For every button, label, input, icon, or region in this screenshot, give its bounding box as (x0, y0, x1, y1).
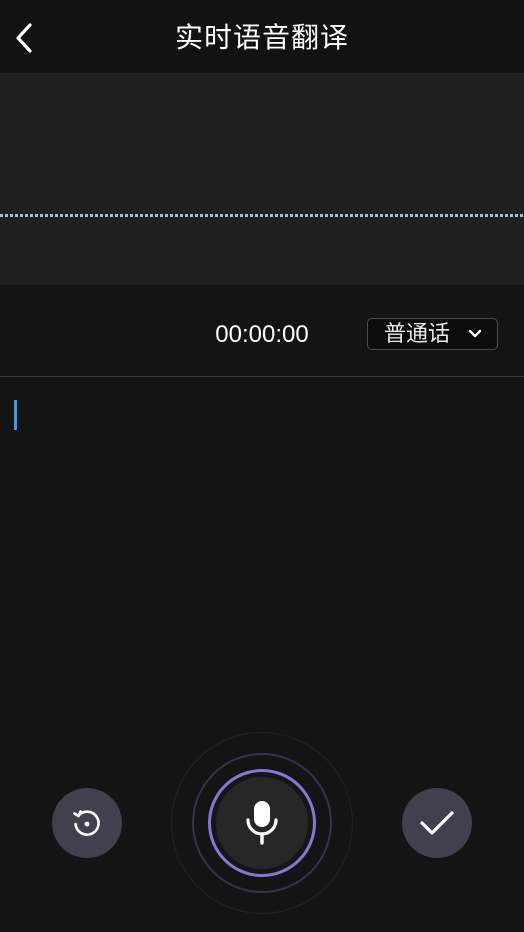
check-icon (420, 811, 454, 835)
rotate-ccw-icon (73, 810, 100, 836)
back-button[interactable] (8, 20, 40, 56)
record-button[interactable] (208, 769, 316, 877)
text-caret (14, 400, 17, 430)
transcript-area[interactable] (0, 377, 524, 717)
record-button-core (216, 777, 308, 869)
page-title: 实时语音翻译 (174, 21, 349, 54)
chevron-left-icon (16, 23, 32, 53)
chevron-down-icon (468, 329, 482, 338)
reset-button[interactable] (52, 788, 122, 858)
recording-timer: 00:00:00 (215, 321, 309, 348)
top-bar: 实时语音翻译 (0, 0, 524, 73)
microphone-icon (246, 801, 278, 845)
mic-button-group (171, 732, 353, 914)
waveform-panel (0, 73, 524, 285)
confirm-button[interactable] (402, 788, 472, 858)
language-select[interactable]: 普通话 (367, 318, 498, 350)
waveform-line (0, 214, 524, 217)
recorder-info-row: 00:00:00 普通话 (0, 285, 524, 376)
language-select-value: 普通话 (384, 322, 451, 347)
